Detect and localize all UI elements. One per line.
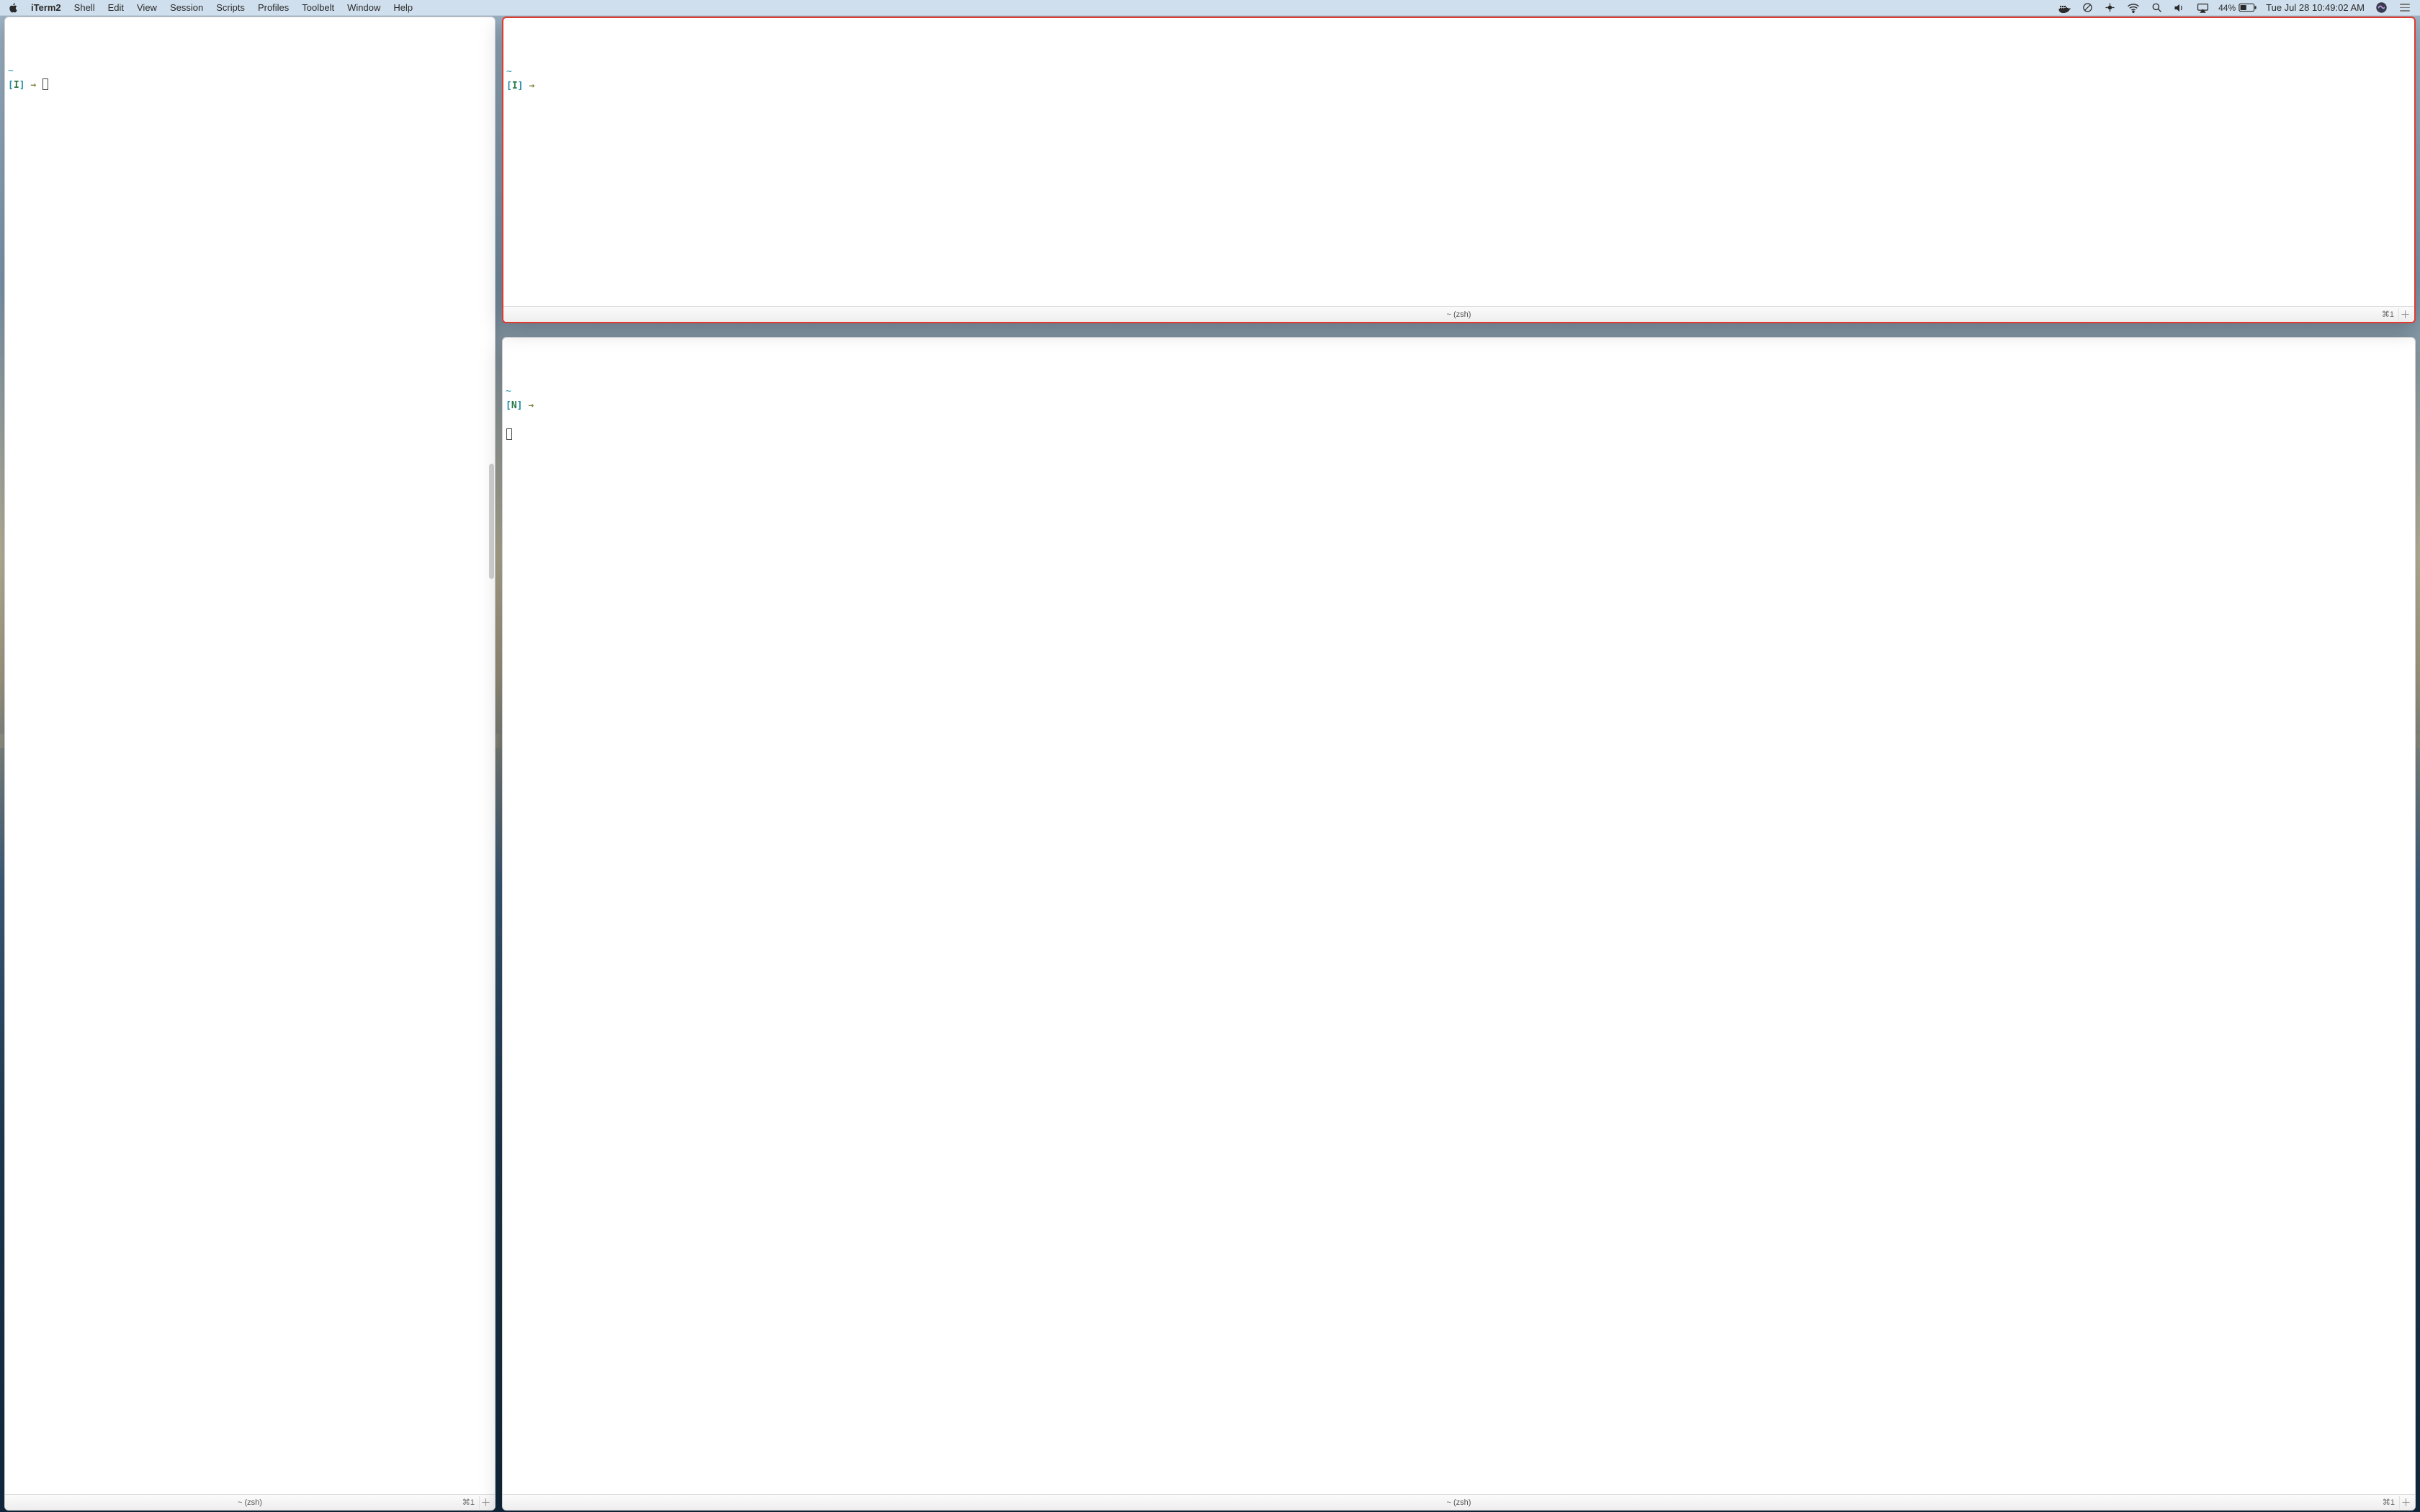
tab-bar-top-right: ~ (zsh) ⌘1 ＋ xyxy=(503,306,2414,322)
prompt-arrow: → xyxy=(30,80,36,91)
siri-icon[interactable] xyxy=(2373,0,2390,15)
menubar-left: iTerm2 Shell Edit View Session Scripts P… xyxy=(0,0,419,15)
tab-shortcut-label: ⌘1 xyxy=(2382,310,2394,319)
wifi-icon[interactable] xyxy=(2125,0,2142,15)
menu-profiles[interactable]: Profiles xyxy=(251,0,295,15)
prompt-arrow: → xyxy=(528,400,534,411)
menu-window[interactable]: Window xyxy=(341,0,387,15)
volume-icon[interactable] xyxy=(2172,0,2187,15)
menu-shell[interactable]: Shell xyxy=(68,0,102,15)
desktop-workspace: ~ [I] → ~ (zsh) ⌘1 ＋ ~ [I] → ~ (zsh) ⌘1 … xyxy=(0,16,2420,1512)
menu-session[interactable]: Session xyxy=(163,0,210,15)
tab-shortcut-label: ⌘1 xyxy=(462,1498,475,1507)
tab-title[interactable]: ~ (zsh) xyxy=(238,1498,262,1507)
terminal-window-bottom-right[interactable]: ~ [N] → ~ (zsh) ⌘1 ＋ xyxy=(502,337,2416,1511)
teleport-icon[interactable] xyxy=(2102,0,2118,15)
terminal-cursor xyxy=(42,78,48,90)
tab-title[interactable]: ~ (zsh) xyxy=(1447,310,1471,319)
new-tab-button[interactable]: ＋ xyxy=(479,1496,492,1509)
menubar-right: 44% Tue Jul 28 10:49:02 AM xyxy=(2056,0,2420,15)
tab-bar-left: ~ (zsh) ⌘1 ＋ xyxy=(5,1494,495,1510)
apple-logo-icon[interactable] xyxy=(7,2,18,13)
tab-shortcut-label: ⌘1 xyxy=(2383,1498,2395,1507)
notification-center-icon[interactable] xyxy=(2397,4,2413,12)
spotlight-search-icon[interactable] xyxy=(2149,0,2164,15)
prompt-mode: I xyxy=(14,80,19,91)
menu-help[interactable]: Help xyxy=(387,0,419,15)
terminal-pane-top-right[interactable]: ~ [I] → xyxy=(503,18,2414,306)
menu-scripts[interactable]: Scripts xyxy=(210,0,251,15)
prompt-mode: I xyxy=(512,81,518,91)
tab-title[interactable]: ~ (zsh) xyxy=(1447,1498,1471,1507)
battery-icon xyxy=(2238,3,2257,12)
menubar-clock[interactable]: Tue Jul 28 10:49:02 AM xyxy=(2264,2,2366,13)
battery-percent-label: 44% xyxy=(2218,3,2236,13)
terminal-window-top-right[interactable]: ~ [I] → ~ (zsh) ⌘1 ＋ xyxy=(502,17,2416,323)
docker-whale-icon[interactable] xyxy=(2056,0,2073,15)
new-tab-button[interactable]: ＋ xyxy=(2398,308,2411,321)
prompt-path: ~ xyxy=(506,386,511,397)
menu-edit[interactable]: Edit xyxy=(102,0,130,15)
menu-view[interactable]: View xyxy=(130,0,163,15)
prompt-arrow: → xyxy=(529,81,534,91)
do-not-disturb-icon[interactable] xyxy=(2080,0,2095,15)
tab-bar-bottom-right: ~ (zsh) ⌘1 ＋ xyxy=(503,1494,2415,1510)
prompt-mode: N xyxy=(511,400,517,411)
airplay-icon[interactable] xyxy=(2195,0,2211,15)
terminal-cursor xyxy=(506,428,512,440)
prompt-path: ~ xyxy=(506,66,512,77)
menu-toolbelt[interactable]: Toolbelt xyxy=(295,0,341,15)
macos-menubar: iTerm2 Shell Edit View Session Scripts P… xyxy=(0,0,2420,16)
prompt-path: ~ xyxy=(8,66,14,76)
terminal-pane-left[interactable]: ~ [I] → xyxy=(5,17,495,1494)
menu-app-name[interactable]: iTerm2 xyxy=(24,0,68,15)
terminal-pane-bottom-right[interactable]: ~ [N] → xyxy=(503,338,2415,1494)
scrollbar-thumb[interactable] xyxy=(489,464,494,579)
terminal-window-left[interactable]: ~ [I] → ~ (zsh) ⌘1 ＋ xyxy=(4,17,496,1511)
battery-status[interactable]: 44% xyxy=(2218,3,2257,13)
new-tab-button[interactable]: ＋ xyxy=(2399,1496,2412,1509)
